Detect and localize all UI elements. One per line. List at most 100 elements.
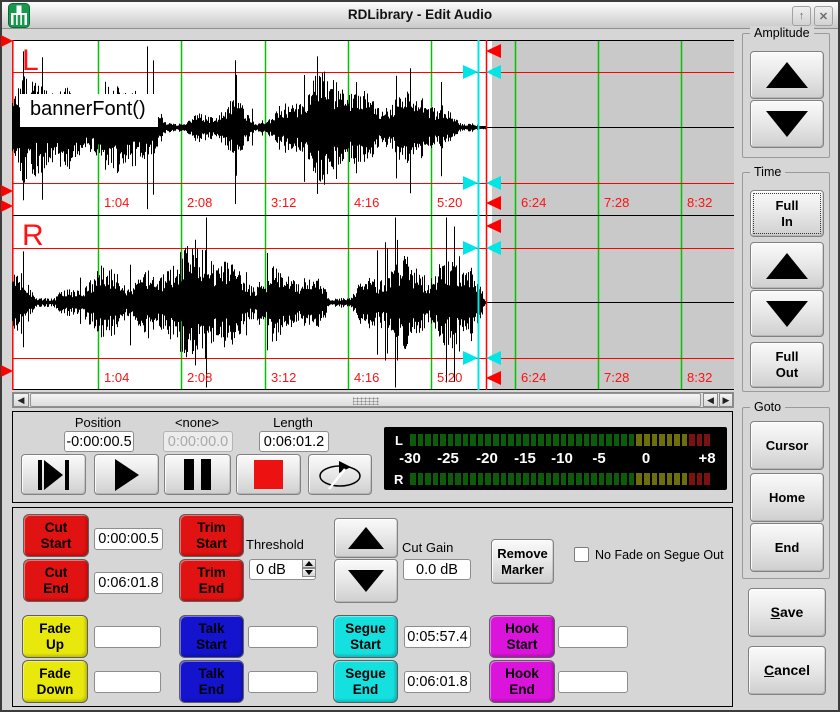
threshold-spin-up-button[interactable] — [302, 559, 316, 568]
cut-end-button[interactable]: Cut End — [23, 559, 89, 602]
gain-down-button[interactable] — [334, 559, 398, 603]
titlebar[interactable]: RDLibrary - Edit Audio ↑ ✕ — [2, 2, 838, 29]
meter-segment — [682, 473, 688, 485]
amplitude-group-label: Amplitude — [750, 26, 814, 40]
meter-scale-label: -5 — [592, 450, 605, 467]
hook-end-button[interactable]: Hook End — [489, 660, 555, 703]
threshold-spin-buttons — [302, 559, 316, 577]
hook-start-button[interactable]: Hook Start — [489, 615, 555, 658]
amplitude-down-button[interactable] — [750, 100, 824, 148]
down-arrow-icon — [766, 111, 808, 137]
waveform-scrollbar[interactable]: ◀ ◀ ▶ — [12, 392, 734, 408]
no-fade-checkbox[interactable] — [574, 547, 589, 562]
waveform-display[interactable] — [12, 40, 734, 390]
fade-down-button[interactable]: Fade Down — [22, 660, 88, 703]
cut-end-field[interactable]: 0:06:01.8 — [94, 572, 163, 594]
hook-start-field[interactable] — [558, 626, 628, 648]
amplitude-up-button[interactable] — [750, 51, 824, 99]
meter-segment — [629, 473, 635, 485]
position-field[interactable]: -0:00:00.5 — [64, 431, 134, 452]
segue-start-field[interactable]: 0:05:57.4 — [404, 626, 471, 648]
meter-segment — [493, 434, 499, 446]
segue-end-button[interactable]: Segue End — [333, 660, 398, 703]
scrollbar-left-button-2[interactable]: ◀ — [703, 393, 718, 407]
scrollbar-left-button[interactable]: ◀ — [13, 393, 29, 407]
trim-start-button[interactable]: Trim Start — [179, 514, 244, 557]
meter-segment — [644, 473, 650, 485]
meter-segment — [553, 434, 559, 446]
meter-right-label: R — [394, 472, 403, 487]
talk-start-field[interactable] — [248, 626, 318, 648]
time-label: 5:20 — [437, 370, 462, 385]
meter-segment — [667, 473, 673, 485]
time-zoom-in-button[interactable] — [750, 242, 824, 289]
cut-start-button[interactable]: Cut Start — [23, 514, 89, 557]
meter-segment — [546, 473, 552, 485]
save-button[interactable]: Save — [748, 588, 826, 637]
pause-button[interactable] — [164, 454, 231, 495]
meter-segment — [425, 434, 431, 446]
goto-group-label: Goto — [750, 400, 785, 414]
meter-segment — [674, 473, 680, 485]
time-label: 7:28 — [604, 195, 629, 210]
hook-end-field[interactable] — [558, 671, 628, 693]
meter-segment — [523, 434, 529, 446]
goto-home-button[interactable]: Home — [750, 473, 824, 522]
meter-segment — [659, 434, 665, 446]
window-title: RDLibrary - Edit Audio — [2, 7, 838, 22]
play-from-start-icon — [38, 460, 42, 490]
time-full-in-button[interactable]: Full In — [750, 190, 824, 237]
scrollbar-thumb[interactable] — [30, 393, 701, 407]
fade-up-button[interactable]: Fade Up — [22, 615, 88, 658]
meter-segment — [425, 473, 431, 485]
remove-marker-button[interactable]: Remove Marker — [491, 539, 554, 584]
spin-down-icon — [305, 570, 313, 575]
segue-start-button[interactable]: Segue Start — [333, 615, 398, 658]
meter-segment — [621, 434, 627, 446]
goto-cursor-button[interactable]: Cursor — [750, 421, 824, 470]
talk-end-button[interactable]: Talk End — [179, 660, 244, 703]
play-from-start-button[interactable] — [21, 454, 86, 495]
threshold-spin-down-button[interactable] — [302, 568, 316, 577]
left-channel-label: L — [22, 46, 39, 76]
meter-segment — [538, 434, 544, 446]
cancel-button[interactable]: Cancel — [748, 646, 826, 695]
fade-up-field[interactable] — [94, 626, 161, 648]
trim-end-button[interactable]: Trim End — [179, 559, 244, 602]
stop-icon — [254, 460, 283, 489]
cut-gain-field[interactable]: 0.0 dB — [403, 559, 471, 580]
time-full-out-button[interactable]: Full Out — [750, 342, 824, 388]
fade-down-field[interactable] — [94, 671, 161, 693]
loop-button[interactable] — [308, 454, 372, 495]
gain-up-button[interactable] — [334, 518, 398, 558]
meter-segment — [440, 473, 446, 485]
time-zoom-out-button[interactable] — [750, 290, 824, 337]
meter-segment — [470, 473, 476, 485]
goto-end-button[interactable]: End — [750, 523, 824, 572]
stop-button[interactable] — [236, 454, 301, 495]
spin-up-icon — [305, 561, 313, 566]
time-label: 7:28 — [604, 370, 629, 385]
play-button[interactable] — [94, 454, 159, 495]
shade-button[interactable]: ↑ — [792, 6, 811, 26]
marker-field[interactable]: 0:00:00.0 — [163, 431, 233, 452]
cut-start-field[interactable]: 0:00:00.5 — [94, 528, 163, 550]
meter-segment — [455, 434, 461, 446]
time-label: 3:12 — [271, 195, 296, 210]
meter-segment — [621, 473, 627, 485]
meter-segment — [531, 434, 537, 446]
meter-segment — [508, 434, 514, 446]
meter-segment — [599, 473, 605, 485]
up-arrow-icon — [766, 62, 808, 88]
talk-end-field[interactable] — [248, 671, 318, 693]
close-button[interactable]: ✕ — [814, 6, 833, 26]
down-arrow-icon — [766, 301, 808, 327]
waveform-area[interactable]: L R bannerFont() 1:042:083:124:165:206:2… — [12, 40, 734, 390]
level-meter: L -30-25-20-15-10-50+8 R — [384, 427, 727, 490]
length-field[interactable]: 0:06:01.2 — [259, 431, 329, 452]
scrollbar-right-button[interactable]: ▶ — [719, 393, 733, 407]
segue-end-field[interactable]: 0:06:01.8 — [404, 671, 471, 693]
cut-gain-label: Cut Gain — [402, 540, 472, 555]
meter-segment — [659, 473, 665, 485]
talk-start-button[interactable]: Talk Start — [179, 615, 244, 658]
